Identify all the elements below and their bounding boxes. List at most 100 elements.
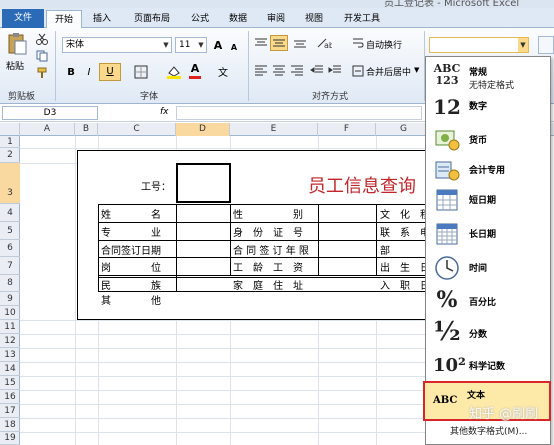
gridline [20,334,430,335]
row-header[interactable]: 7 [0,257,20,275]
row-header[interactable]: 15 [0,376,20,390]
paste-button[interactable]: 粘贴 [6,59,24,72]
align-middle-button[interactable] [270,35,288,51]
row-header[interactable]: 4 [0,204,20,222]
formula-input[interactable] [176,106,422,120]
select-all-corner[interactable] [0,123,20,136]
tab-file[interactable]: 文件 [2,9,44,28]
column-header[interactable]: C [98,123,176,136]
align-center-icon[interactable] [272,64,286,79]
font-size-select[interactable]: 11 ▼ [175,37,207,53]
row-header[interactable]: 2 [0,148,20,163]
gridline [20,376,430,377]
group-divider [248,31,249,101]
row-header[interactable]: 12 [0,334,20,348]
wrap-text-icon[interactable] [352,37,364,52]
title-bar: 员工登记表 - Microsoft Excel [0,0,554,8]
row-header[interactable]: 8 [0,275,20,292]
form-label: 出 生 日 [380,263,430,274]
increase-indent-icon[interactable] [328,64,342,79]
borders-icon[interactable] [134,65,148,82]
shrink-font-button[interactable]: A [228,39,240,56]
phonetic-button[interactable]: 文 [218,64,228,79]
gridline [20,404,430,405]
row-header[interactable]: 1 [0,136,20,148]
column-header[interactable]: B [75,123,98,136]
form-col-line [98,204,99,292]
format-text-item[interactable]: ABC 文本 知乎 @刷刷 [423,381,551,422]
format-name: 货币 [469,136,488,146]
tab-view[interactable]: 视图 [296,10,332,28]
tab-home[interactable]: 开始 [46,10,82,29]
tab-insert[interactable]: 插入 [84,10,120,28]
clipboard-group-label: 剪贴板 [8,92,36,102]
align-top-icon[interactable] [254,37,268,52]
row-header[interactable]: 10 [0,306,20,320]
bold-button[interactable]: B [64,64,78,81]
row-header[interactable]: 9 [0,292,20,306]
row-header[interactable]: 18 [0,418,20,432]
merge-center-button[interactable]: 合并后居中 [366,65,411,78]
calendar-icon [433,221,461,250]
align-left-icon[interactable] [254,64,268,79]
italic-button[interactable]: I [82,64,96,81]
form-label: 部 [380,246,390,257]
form-row-line [98,257,430,258]
number-format-select[interactable]: ▼ [429,37,529,53]
row-header[interactable]: 11 [0,320,20,334]
conditional-format-icon[interactable] [538,36,554,54]
tab-review[interactable]: 审阅 [258,10,294,28]
form-label: 入 职 日 [380,281,430,292]
window-title: 员工登记表 - Microsoft Excel [384,0,520,8]
align-right-icon[interactable] [290,64,304,79]
form-row-line [98,222,430,223]
fraction-icon: ½ [433,317,461,347]
decrease-indent-icon[interactable] [310,64,324,79]
form-col-line [376,204,377,275]
form-label: 专 业 [101,228,161,239]
form-label: 姓 名 [101,210,161,221]
gridline [20,362,430,363]
text-format-icon: ABC [433,395,458,406]
column-header[interactable]: D [176,123,230,136]
tab-developer[interactable]: 开发工具 [334,10,390,28]
tab-page-layout[interactable]: 页面布局 [124,10,180,28]
column-header[interactable]: G [376,123,432,136]
copy-icon[interactable] [36,50,48,65]
row-header[interactable]: 19 [0,432,20,445]
font-color-button[interactable]: A [188,62,202,80]
tab-data[interactable]: 数据 [220,10,256,28]
grow-font-button[interactable]: A [212,37,224,54]
column-header[interactable]: A [20,123,75,136]
row-header[interactable]: 14 [0,362,20,376]
more-number-formats-link[interactable]: 其他数字格式(M)... [450,424,527,437]
font-name-value: 宋体 [66,40,85,50]
general-format-icon: ABC 123 [433,62,461,87]
column-header[interactable]: E [230,123,318,136]
row-header[interactable]: 13 [0,348,20,362]
row-header[interactable]: 6 [0,240,20,257]
underline-button[interactable]: U [99,63,121,81]
font-name-select[interactable]: 宋体 ▼ [62,37,172,53]
name-box[interactable]: D3 [2,106,98,120]
cut-icon[interactable] [36,33,48,48]
form-row-line [98,275,430,276]
paste-icon[interactable] [6,32,28,56]
selected-cell-d3[interactable] [176,163,231,203]
fx-icon[interactable]: fx [160,107,169,117]
row-header[interactable]: 16 [0,390,20,404]
column-header[interactable]: F [318,123,376,136]
gridline [75,136,76,445]
row-header[interactable]: 3 [0,163,20,204]
form-label: 工 龄 工 资 [233,263,303,274]
merge-icon[interactable] [352,65,364,80]
align-bottom-icon[interactable] [293,37,307,52]
row-header[interactable]: 17 [0,404,20,418]
wrap-text-button[interactable]: 自动换行 [366,38,402,51]
format-painter-icon[interactable] [36,67,48,82]
orientation-icon[interactable]: ab [316,37,334,52]
row-header[interactable]: 5 [0,222,20,240]
fill-color-icon[interactable] [166,65,182,82]
chevron-down-icon[interactable]: ▼ [414,66,419,74]
tab-formulas[interactable]: 公式 [182,10,218,28]
